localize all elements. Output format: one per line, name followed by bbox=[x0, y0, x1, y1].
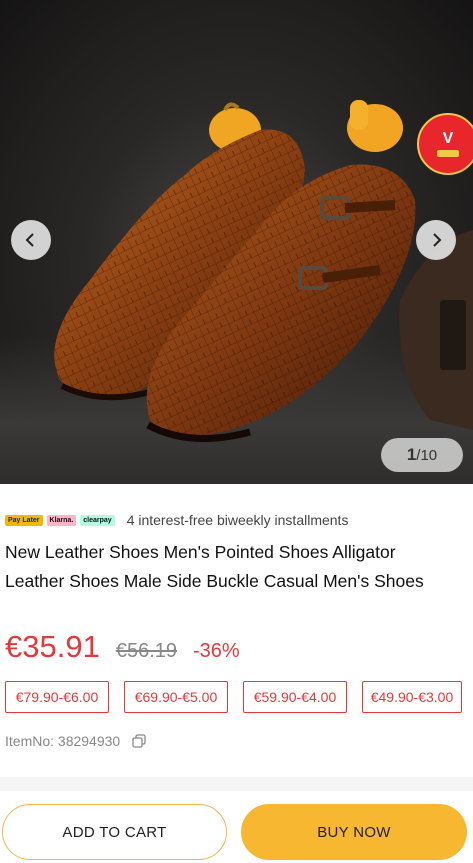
svg-text:V: V bbox=[443, 130, 454, 147]
price-tier-1[interactable]: €79.90-€6.00 bbox=[5, 681, 109, 713]
clearpay-logo: clearpay bbox=[80, 514, 115, 526]
paylater-logo: Pay Later bbox=[5, 514, 43, 526]
chevron-left-icon bbox=[25, 233, 34, 247]
store-badge-icon: V bbox=[417, 113, 473, 175]
price-tier-2[interactable]: €69.90-€5.00 bbox=[124, 681, 228, 713]
item-number-row: ItemNo: 38294930 bbox=[5, 733, 146, 749]
price-row: €35.91 €56.19 -36% bbox=[5, 629, 240, 665]
image-counter-current: 1 bbox=[406, 445, 417, 464]
previous-image-button[interactable] bbox=[11, 220, 51, 260]
buy-now-button[interactable]: BUY NOW bbox=[241, 804, 467, 860]
discount-percent: -36% bbox=[193, 640, 240, 662]
next-image-button[interactable] bbox=[416, 220, 456, 260]
current-price: €35.91 bbox=[5, 629, 100, 664]
add-to-cart-button[interactable]: ADD TO CART bbox=[2, 804, 227, 860]
copy-icon[interactable] bbox=[132, 734, 146, 748]
klarna-logo: Klarna. bbox=[46, 514, 77, 526]
price-tier-4[interactable]: €49.90-€3.00 bbox=[362, 681, 462, 713]
installment-row[interactable]: Pay Later Klarna. clearpay 4 interest-fr… bbox=[5, 510, 348, 530]
image-counter-total: /10 bbox=[416, 446, 438, 464]
installment-text: 4 interest-free biweekly installments bbox=[126, 512, 349, 528]
product-title: New Leather Shoes Men's Pointed Shoes Al… bbox=[5, 542, 424, 591]
chevron-right-icon bbox=[433, 233, 442, 247]
item-number: ItemNo: 38294930 bbox=[5, 733, 121, 749]
original-price: €56.19 bbox=[115, 640, 177, 662]
price-tier-3[interactable]: €59.90-€4.00 bbox=[243, 681, 347, 713]
product-image bbox=[54, 100, 473, 442]
section-divider bbox=[0, 777, 473, 791]
price-tier-list: €79.90-€6.00 €69.90-€5.00 €59.90-€4.00 €… bbox=[5, 681, 462, 713]
product-image-gallery[interactable]: V 1/10 bbox=[0, 0, 473, 484]
image-counter: 1/10 bbox=[381, 438, 463, 472]
